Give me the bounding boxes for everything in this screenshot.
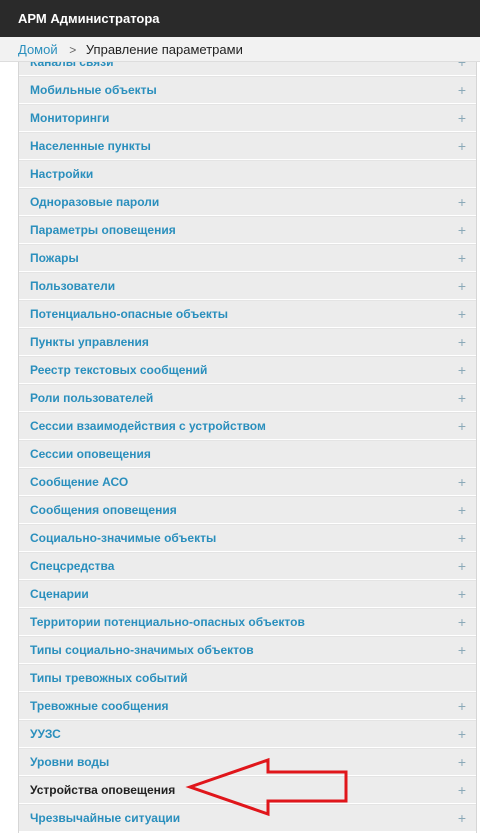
- expand-plus-icon[interactable]: +: [458, 641, 466, 659]
- expand-plus-icon[interactable]: +: [458, 361, 466, 379]
- list-item[interactable]: Роли пользователей +: [19, 384, 476, 411]
- list-item-label[interactable]: Реестр текстовых сообщений: [30, 363, 207, 377]
- list-item[interactable]: Сессии взаимодействия с устройством +: [19, 412, 476, 439]
- list-item[interactable]: Пожары +: [19, 244, 476, 271]
- list-item[interactable]: Настройки: [19, 160, 476, 187]
- list-item-label[interactable]: Тревожные сообщения: [30, 699, 168, 713]
- expand-plus-icon[interactable]: +: [458, 193, 466, 211]
- list-item-label[interactable]: Сообщения оповещения: [30, 503, 177, 517]
- list-item-label[interactable]: Пользователи: [30, 279, 115, 293]
- list-item[interactable]: Мониторинги +: [19, 104, 476, 131]
- breadcrumb: Домой > Управление параметрами: [0, 37, 480, 62]
- expand-plus-icon[interactable]: +: [458, 389, 466, 407]
- list-item[interactable]: Мобильные объекты +: [19, 76, 476, 103]
- list-item-label[interactable]: Уровни воды: [30, 755, 109, 769]
- list-item[interactable]: Сообщение АСО +: [19, 468, 476, 495]
- list-item[interactable]: Одноразовые пароли +: [19, 188, 476, 215]
- list-item[interactable]: Социально-значимые объекты +: [19, 524, 476, 551]
- expand-plus-icon[interactable]: +: [458, 417, 466, 435]
- list-item-label[interactable]: Чрезвычайные ситуации: [30, 811, 180, 825]
- expand-plus-icon[interactable]: +: [458, 585, 466, 603]
- list-item-label[interactable]: Мониторинги: [30, 111, 109, 125]
- list-item-label[interactable]: Населенные пункты: [30, 139, 151, 153]
- list-item[interactable]: Сценарии +: [19, 580, 476, 607]
- expand-plus-icon[interactable]: +: [458, 249, 466, 267]
- list-item[interactable]: Типы тревожных событий: [19, 664, 476, 691]
- app-title-bar: АРМ Администратора: [0, 0, 480, 37]
- list-item[interactable]: Каналы связи +: [19, 62, 476, 75]
- breadcrumb-current: Управление параметрами: [85, 42, 243, 57]
- list-item[interactable]: Сессии оповещения: [19, 440, 476, 467]
- list-item[interactable]: Сообщения оповещения +: [19, 496, 476, 523]
- breadcrumb-home-link[interactable]: Домой: [18, 42, 58, 57]
- expand-plus-icon[interactable]: +: [458, 697, 466, 715]
- list-item[interactable]: Тревожные сообщения +: [19, 692, 476, 719]
- expand-plus-icon[interactable]: +: [458, 753, 466, 771]
- list-item[interactable]: Пункты управления +: [19, 328, 476, 355]
- list-item[interactable]: Устройства оповещения +: [19, 776, 476, 803]
- list-item-label[interactable]: Сообщение АСО: [30, 475, 128, 489]
- list-item-label[interactable]: Сессии взаимодействия с устройством: [30, 419, 266, 433]
- list-item[interactable]: Спецсредства +: [19, 552, 476, 579]
- list-item-label[interactable]: Одноразовые пароли: [30, 195, 159, 209]
- expand-plus-icon[interactable]: +: [458, 333, 466, 351]
- list-item-label[interactable]: Устройства оповещения: [30, 783, 175, 797]
- list-item-label[interactable]: Мобильные объекты: [30, 83, 157, 97]
- list-item-label[interactable]: Параметры оповещения: [30, 223, 176, 237]
- expand-plus-icon[interactable]: +: [458, 557, 466, 575]
- list-item-label[interactable]: Типы тревожных событий: [30, 671, 188, 685]
- list-item[interactable]: Параметры оповещения +: [19, 216, 476, 243]
- list-item[interactable]: Реестр текстовых сообщений +: [19, 356, 476, 383]
- list-item-label[interactable]: Социально-значимые объекты: [30, 531, 216, 545]
- list-item[interactable]: Потенциально-опасные объекты +: [19, 300, 476, 327]
- expand-plus-icon[interactable]: +: [458, 781, 466, 799]
- list-item[interactable]: Типы социально-значимых объектов +: [19, 636, 476, 663]
- list-item-label[interactable]: Пункты управления: [30, 335, 149, 349]
- list-item-label[interactable]: Типы социально-значимых объектов: [30, 643, 254, 657]
- list-item[interactable]: Чрезвычайные ситуации +: [19, 804, 476, 831]
- list-item-label[interactable]: Территории потенциально-опасных объектов: [30, 615, 305, 629]
- expand-plus-icon[interactable]: +: [458, 473, 466, 491]
- expand-plus-icon[interactable]: +: [458, 81, 466, 99]
- expand-plus-icon[interactable]: +: [458, 613, 466, 631]
- expand-plus-icon[interactable]: +: [458, 62, 466, 71]
- expand-plus-icon[interactable]: +: [458, 809, 466, 827]
- list-item-label[interactable]: Настройки: [30, 167, 93, 181]
- list-item[interactable]: Уровни воды +: [19, 748, 476, 775]
- list-item-label[interactable]: Роли пользователей: [30, 391, 153, 405]
- expand-plus-icon[interactable]: +: [458, 137, 466, 155]
- expand-plus-icon[interactable]: +: [458, 305, 466, 323]
- list-item-label[interactable]: Пожары: [30, 251, 79, 265]
- expand-plus-icon[interactable]: +: [458, 501, 466, 519]
- expand-plus-icon[interactable]: +: [458, 221, 466, 239]
- list-item-label[interactable]: Каналы связи: [30, 62, 114, 69]
- list-item-label[interactable]: Потенциально-опасные объекты: [30, 307, 228, 321]
- list-item-label[interactable]: Спецсредства: [30, 559, 114, 573]
- expand-plus-icon[interactable]: +: [458, 725, 466, 743]
- app-title: АРМ Администратора: [18, 11, 160, 26]
- list-item[interactable]: Территории потенциально-опасных объектов…: [19, 608, 476, 635]
- chevron-right-icon: >: [69, 43, 77, 57]
- list-item[interactable]: Пользователи +: [19, 272, 476, 299]
- list-item-label[interactable]: Сценарии: [30, 587, 89, 601]
- expand-plus-icon[interactable]: +: [458, 529, 466, 547]
- list-item[interactable]: УУЗС +: [19, 720, 476, 747]
- expand-plus-icon[interactable]: +: [458, 109, 466, 127]
- list-item[interactable]: Населенные пункты +: [19, 132, 476, 159]
- list-item-label[interactable]: УУЗС: [30, 727, 61, 741]
- expand-plus-icon[interactable]: +: [458, 277, 466, 295]
- list-item-label[interactable]: Сессии оповещения: [30, 447, 151, 461]
- parameters-list: Каналы связи + Мобильные объекты + Мониторин…: [18, 62, 477, 833]
